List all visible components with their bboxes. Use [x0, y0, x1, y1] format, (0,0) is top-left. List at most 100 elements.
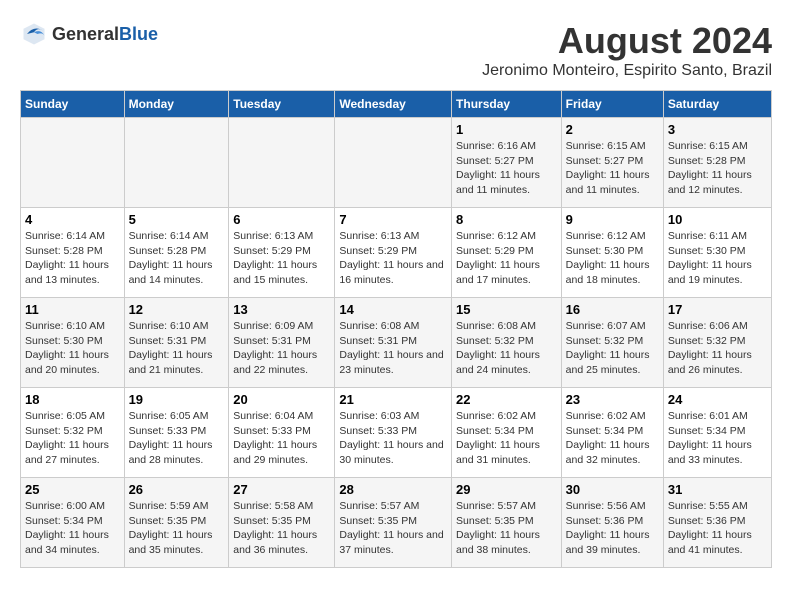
day-number: 3	[668, 122, 767, 137]
day-info: Sunrise: 6:12 AMSunset: 5:30 PMDaylight:…	[566, 229, 659, 288]
day-info: Sunrise: 6:11 AMSunset: 5:30 PMDaylight:…	[668, 229, 767, 288]
day-number: 5	[129, 212, 225, 227]
header-friday: Friday	[561, 91, 663, 118]
day-info: Sunrise: 6:03 AMSunset: 5:33 PMDaylight:…	[339, 409, 447, 468]
day-info: Sunrise: 6:06 AMSunset: 5:32 PMDaylight:…	[668, 319, 767, 378]
day-cell: 19 Sunrise: 6:05 AMSunset: 5:33 PMDayligh…	[124, 388, 229, 478]
header-tuesday: Tuesday	[229, 91, 335, 118]
day-number: 30	[566, 482, 659, 497]
week-row-2: 11 Sunrise: 6:10 AMSunset: 5:30 PMDayligh…	[21, 298, 772, 388]
day-number: 21	[339, 392, 447, 407]
day-cell: 25 Sunrise: 6:00 AMSunset: 5:34 PMDayligh…	[21, 478, 125, 568]
day-number: 11	[25, 302, 120, 317]
day-info: Sunrise: 6:13 AMSunset: 5:29 PMDaylight:…	[233, 229, 330, 288]
title-area: August 2024 Jeronimo Monteiro, Espirito …	[482, 20, 772, 80]
day-cell: 1 Sunrise: 6:16 AMSunset: 5:27 PMDaylight…	[452, 118, 562, 208]
subtitle: Jeronimo Monteiro, Espirito Santo, Brazi…	[482, 62, 772, 80]
day-number: 12	[129, 302, 225, 317]
day-info: Sunrise: 6:05 AMSunset: 5:33 PMDaylight:…	[129, 409, 225, 468]
week-row-0: 1 Sunrise: 6:16 AMSunset: 5:27 PMDaylight…	[21, 118, 772, 208]
day-info: Sunrise: 6:10 AMSunset: 5:31 PMDaylight:…	[129, 319, 225, 378]
day-number: 7	[339, 212, 447, 227]
header-wednesday: Wednesday	[335, 91, 452, 118]
day-info: Sunrise: 6:16 AMSunset: 5:27 PMDaylight:…	[456, 139, 557, 198]
day-number: 26	[129, 482, 225, 497]
day-cell: 5 Sunrise: 6:14 AMSunset: 5:28 PMDaylight…	[124, 208, 229, 298]
day-number: 13	[233, 302, 330, 317]
day-info: Sunrise: 6:13 AMSunset: 5:29 PMDaylight:…	[339, 229, 447, 288]
day-info: Sunrise: 6:10 AMSunset: 5:30 PMDaylight:…	[25, 319, 120, 378]
day-info: Sunrise: 5:57 AMSunset: 5:35 PMDaylight:…	[339, 499, 447, 558]
day-cell: 24 Sunrise: 6:01 AMSunset: 5:34 PMDayligh…	[663, 388, 771, 478]
day-number: 8	[456, 212, 557, 227]
day-number: 19	[129, 392, 225, 407]
day-cell: 31 Sunrise: 5:55 AMSunset: 5:36 PMDayligh…	[663, 478, 771, 568]
day-cell: 21 Sunrise: 6:03 AMSunset: 5:33 PMDayligh…	[335, 388, 452, 478]
day-info: Sunrise: 5:58 AMSunset: 5:35 PMDaylight:…	[233, 499, 330, 558]
day-number: 10	[668, 212, 767, 227]
day-info: Sunrise: 6:15 AMSunset: 5:28 PMDaylight:…	[668, 139, 767, 198]
day-cell: 6 Sunrise: 6:13 AMSunset: 5:29 PMDaylight…	[229, 208, 335, 298]
day-number: 28	[339, 482, 447, 497]
day-info: Sunrise: 6:12 AMSunset: 5:29 PMDaylight:…	[456, 229, 557, 288]
day-number: 20	[233, 392, 330, 407]
day-number: 1	[456, 122, 557, 137]
day-cell: 7 Sunrise: 6:13 AMSunset: 5:29 PMDaylight…	[335, 208, 452, 298]
day-info: Sunrise: 6:00 AMSunset: 5:34 PMDaylight:…	[25, 499, 120, 558]
day-info: Sunrise: 6:02 AMSunset: 5:34 PMDaylight:…	[456, 409, 557, 468]
main-title: August 2024	[482, 20, 772, 62]
day-info: Sunrise: 6:05 AMSunset: 5:32 PMDaylight:…	[25, 409, 120, 468]
day-info: Sunrise: 6:04 AMSunset: 5:33 PMDaylight:…	[233, 409, 330, 468]
header-sunday: Sunday	[21, 91, 125, 118]
week-row-1: 4Sunrise: 6:14 AMSunset: 5:28 PMDaylight…	[21, 208, 772, 298]
day-cell: 29Sunrise: 5:57 AMSunset: 5:35 PMDayligh…	[452, 478, 562, 568]
day-number: 17	[668, 302, 767, 317]
day-cell: 3 Sunrise: 6:15 AMSunset: 5:28 PMDaylight…	[663, 118, 771, 208]
day-cell: 20 Sunrise: 6:04 AMSunset: 5:33 PMDayligh…	[229, 388, 335, 478]
header: GeneralBlue August 2024 Jeronimo Monteir…	[20, 20, 772, 80]
day-info: Sunrise: 6:14 AMSunset: 5:28 PMDaylight:…	[129, 229, 225, 288]
day-cell: 8 Sunrise: 6:12 AMSunset: 5:29 PMDaylight…	[452, 208, 562, 298]
day-number: 6	[233, 212, 330, 227]
day-number: 25	[25, 482, 120, 497]
calendar-body: 1 Sunrise: 6:16 AMSunset: 5:27 PMDaylight…	[21, 118, 772, 568]
day-info: Sunrise: 6:15 AMSunset: 5:27 PMDaylight:…	[566, 139, 659, 198]
header-monday: Monday	[124, 91, 229, 118]
logo-text: GeneralBlue	[52, 24, 158, 45]
day-cell: 10 Sunrise: 6:11 AMSunset: 5:30 PMDayligh…	[663, 208, 771, 298]
week-row-4: 25 Sunrise: 6:00 AMSunset: 5:34 PMDayligh…	[21, 478, 772, 568]
day-number: 9	[566, 212, 659, 227]
day-info: Sunrise: 6:02 AMSunset: 5:34 PMDaylight:…	[566, 409, 659, 468]
day-cell: 18Sunrise: 6:05 AMSunset: 5:32 PMDayligh…	[21, 388, 125, 478]
day-info: Sunrise: 5:59 AMSunset: 5:35 PMDaylight:…	[129, 499, 225, 558]
calendar-table: Sunday Monday Tuesday Wednesday Thursday…	[20, 90, 772, 568]
day-cell: 30 Sunrise: 5:56 AMSunset: 5:36 PMDayligh…	[561, 478, 663, 568]
day-number: 27	[233, 482, 330, 497]
day-info: Sunrise: 5:56 AMSunset: 5:36 PMDaylight:…	[566, 499, 659, 558]
day-number: 24	[668, 392, 767, 407]
day-cell: 11 Sunrise: 6:10 AMSunset: 5:30 PMDayligh…	[21, 298, 125, 388]
day-info: Sunrise: 6:14 AMSunset: 5:28 PMDaylight:…	[25, 229, 120, 288]
day-cell: 2Sunrise: 6:15 AMSunset: 5:27 PMDaylight…	[561, 118, 663, 208]
day-info: Sunrise: 6:08 AMSunset: 5:31 PMDaylight:…	[339, 319, 447, 378]
day-info: Sunrise: 6:01 AMSunset: 5:34 PMDaylight:…	[668, 409, 767, 468]
calendar-header: Sunday Monday Tuesday Wednesday Thursday…	[21, 91, 772, 118]
day-info: Sunrise: 5:57 AMSunset: 5:35 PMDaylight:…	[456, 499, 557, 558]
logo-general: General	[52, 24, 119, 44]
day-number: 31	[668, 482, 767, 497]
day-cell: 4Sunrise: 6:14 AMSunset: 5:28 PMDaylight…	[21, 208, 125, 298]
header-row: Sunday Monday Tuesday Wednesday Thursday…	[21, 91, 772, 118]
week-row-3: 18Sunrise: 6:05 AMSunset: 5:32 PMDayligh…	[21, 388, 772, 478]
header-thursday: Thursday	[452, 91, 562, 118]
day-cell: 14Sunrise: 6:08 AMSunset: 5:31 PMDayligh…	[335, 298, 452, 388]
day-info: Sunrise: 6:07 AMSunset: 5:32 PMDaylight:…	[566, 319, 659, 378]
day-info: Sunrise: 5:55 AMSunset: 5:36 PMDaylight:…	[668, 499, 767, 558]
day-cell: 23Sunrise: 6:02 AMSunset: 5:34 PMDayligh…	[561, 388, 663, 478]
day-cell: 28 Sunrise: 5:57 AMSunset: 5:35 PMDayligh…	[335, 478, 452, 568]
day-cell: 13Sunrise: 6:09 AMSunset: 5:31 PMDayligh…	[229, 298, 335, 388]
day-cell	[21, 118, 125, 208]
day-cell: 16Sunrise: 6:07 AMSunset: 5:32 PMDayligh…	[561, 298, 663, 388]
day-cell	[229, 118, 335, 208]
day-number: 22	[456, 392, 557, 407]
day-cell	[335, 118, 452, 208]
